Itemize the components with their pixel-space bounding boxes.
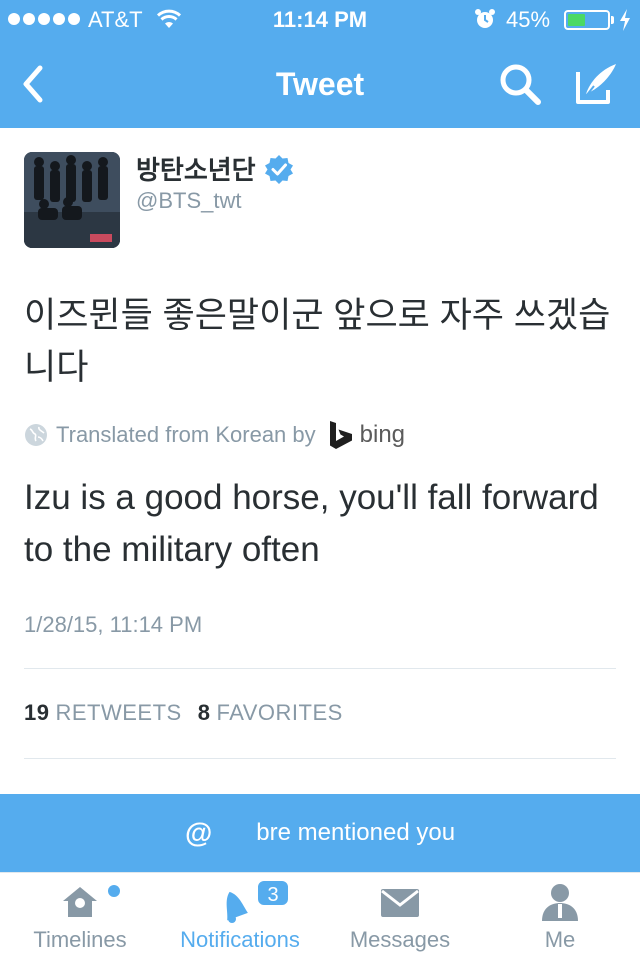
favorites-count: 8 bbox=[197, 700, 211, 725]
retweets-stat[interactable]: 19 RETWEETS bbox=[24, 700, 182, 726]
avatar[interactable] bbox=[24, 152, 120, 248]
tweet-text: 이즈뮌들 좋은말이군 앞으로 자주 쓰겠습니다 bbox=[24, 296, 611, 387]
status-bar: AT&T 11:14 PM 45% bbox=[0, 0, 640, 40]
unread-indicator bbox=[108, 885, 120, 897]
page-title: Tweet bbox=[275, 66, 365, 102]
author-name-row[interactable]: 방탄소년단 bbox=[136, 150, 294, 187]
tab-messages[interactable]: Messages bbox=[320, 873, 480, 960]
tab-bar: Timelines 3 Notifications Messages Me bbox=[0, 872, 640, 960]
favorites-label: FAVORITES bbox=[216, 700, 343, 725]
bing-logo-icon bbox=[329, 421, 352, 449]
home-icon bbox=[63, 887, 97, 917]
divider bbox=[24, 758, 616, 759]
tab-timelines[interactable]: Timelines bbox=[0, 873, 160, 960]
search-icon[interactable] bbox=[496, 60, 544, 108]
tab-label: Timelines bbox=[33, 927, 127, 952]
tab-label: Me bbox=[544, 927, 576, 952]
tab-label: Messages bbox=[349, 927, 451, 952]
mention-notification-banner[interactable]: @ bre mentioned you bbox=[0, 794, 640, 872]
battery-fill bbox=[568, 14, 586, 26]
bell-icon bbox=[226, 891, 248, 923]
battery-tip bbox=[611, 16, 614, 24]
charging-bolt-icon bbox=[620, 9, 630, 31]
mention-text: bre mentioned you bbox=[256, 819, 456, 846]
battery-icon bbox=[564, 10, 610, 30]
globe-icon bbox=[25, 424, 47, 446]
tab-notifications[interactable]: 3 Notifications bbox=[160, 873, 320, 960]
top-header: AT&T 11:14 PM 45% Tweet bbox=[0, 0, 640, 128]
battery-percent: 45% bbox=[506, 7, 551, 32]
at-sign-icon: @ bbox=[184, 817, 213, 848]
favorites-stat[interactable]: 8 FAVORITES bbox=[198, 700, 343, 726]
translated-text: Izu is a good horse, you'll fall forward… bbox=[24, 478, 599, 569]
translated-from-label: Translated from Korean by bbox=[56, 422, 316, 447]
alarm-clock-icon bbox=[475, 9, 495, 28]
tab-me[interactable]: Me bbox=[480, 873, 640, 960]
author-handle[interactable]: @BTS_twt bbox=[136, 188, 241, 214]
retweets-count: 19 bbox=[24, 700, 50, 725]
author-name[interactable]: 방탄소년단 bbox=[136, 150, 256, 187]
translation-attribution: Translated from Korean by bing bbox=[24, 420, 405, 450]
divider bbox=[24, 668, 616, 669]
tweet-timestamp: 1/28/15, 11:14 PM bbox=[24, 612, 203, 637]
person-icon bbox=[542, 884, 578, 921]
envelope-icon bbox=[381, 889, 419, 917]
verified-badge-icon bbox=[264, 154, 293, 184]
tweet-stats: 19 RETWEETS 8 FAVORITES bbox=[24, 700, 343, 726]
retweets-label: RETWEETS bbox=[55, 700, 182, 725]
bing-wordmark: bing bbox=[359, 421, 406, 448]
group-photo-image bbox=[24, 152, 120, 248]
compose-icon[interactable] bbox=[572, 60, 620, 108]
tab-label: Notifications bbox=[180, 927, 300, 952]
notification-count-badge: 3 bbox=[256, 879, 290, 907]
